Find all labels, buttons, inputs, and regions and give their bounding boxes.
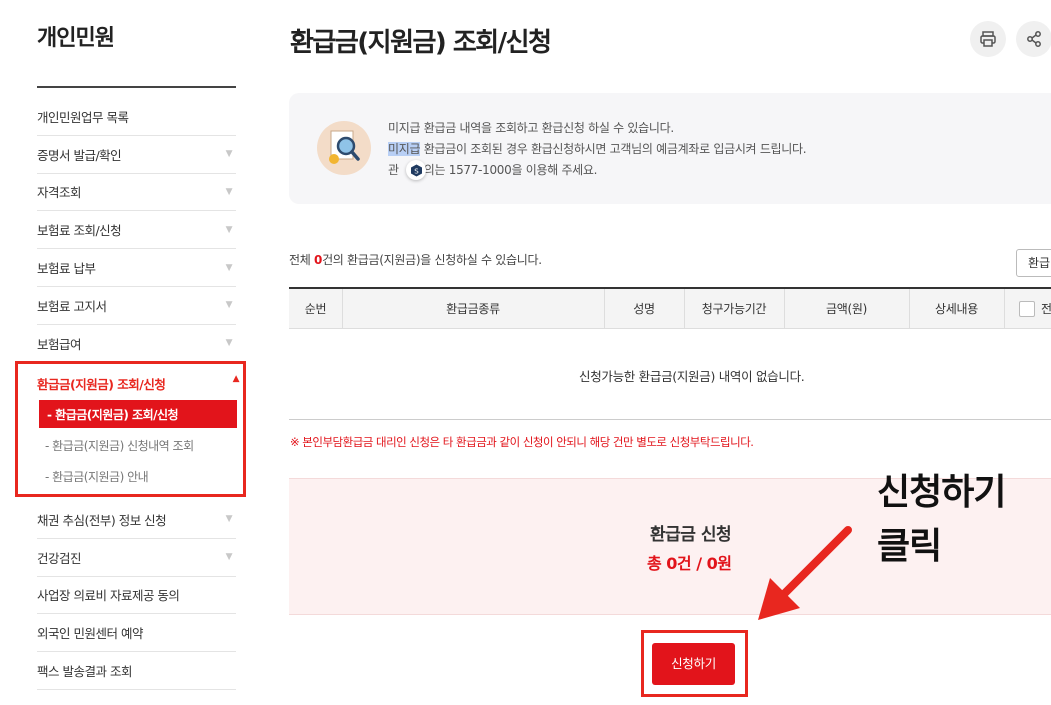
sidebar-item-label: 채권 추심(전부) 정보 신청 (37, 512, 167, 528)
chevron-down-icon: ▼ (225, 262, 233, 273)
annotation-line-1: 신청하기 (877, 472, 1006, 513)
empty-message: 신청가능한 환급금(지원금) 내역이 없습니다. (579, 369, 805, 384)
select-all-checkbox[interactable] (1019, 301, 1035, 317)
info-line-3-prefix: 관 (388, 163, 399, 177)
page-title: 환급금(지원금) 조회/신청 (290, 28, 552, 58)
sidebar-item-label: 사업장 의료비 자료제공 동의 (37, 588, 180, 604)
info-box: 미지급 환급금 내역을 조회하고 환급신청 하실 수 있습니다. 미지급 환급금… (289, 93, 1051, 204)
search-document-icon (317, 121, 371, 175)
sidebar-item-label: 팩스 발송결과 조회 (37, 664, 132, 680)
summary-total: 총 0건 / 0원 (647, 554, 732, 573)
annotation-line-2: 클릭 (877, 526, 942, 567)
table-bottom-divider (289, 419, 1051, 420)
sidebar-menu-bottom: 채권 추심(전부) 정보 신청 ▼ 건강검진 ▼ 사업장 의료비 자료제공 동의… (37, 501, 236, 690)
count-line: 전체 0건의 환급금(지원금)을 신청하실 수 있습니다. (289, 253, 542, 267)
count-value: 0 (314, 253, 323, 267)
summary-title: 환급금 신청 (650, 525, 732, 545)
sidebar-item-health-checkup[interactable]: 건강검진 ▼ (37, 539, 236, 577)
info-line-2: 미지급 환급금이 조회된 경우 환급신청하시면 고객님의 예금계좌로 입금시켜 … (388, 140, 807, 157)
chevron-up-icon: ▲ (232, 374, 240, 384)
chevron-down-icon: ▼ (225, 300, 233, 311)
column-header-index: 순번 (304, 302, 327, 316)
print-button[interactable] (970, 21, 1006, 57)
sidebar-subitem-refund-history[interactable]: - 환급금(지원금) 신청내역 조회 (45, 437, 194, 454)
chevron-down-icon: ▼ (225, 552, 233, 563)
info-line-3-text: 의는 1577-1000을 이용해 주세요. (423, 163, 598, 177)
arrow-icon (758, 526, 852, 620)
sidebar-item-label: 증명서 발급/확인 (37, 147, 122, 163)
sidebar-item-premium-inquiry[interactable]: 보험료 조회/신청 ▼ (37, 211, 236, 250)
refund-action-button[interactable]: 환급 (1016, 249, 1051, 277)
notice-text: ※ 본인부담환급금 대리인 신청은 타 환급금과 같이 신청이 안되니 해당 건… (290, 435, 754, 449)
sidebar-item-label: 보험료 납부 (37, 261, 96, 277)
column-header-type: 환급금종류 (446, 302, 500, 316)
sidebar-item-fax-result[interactable]: 팩스 발송결과 조회 ▼ (37, 652, 236, 690)
info-line-2-text: 환급금이 조회된 경우 환급신청하시면 고객님의 예금계좌로 입금시켜 드립니다… (420, 142, 807, 156)
highlighted-text: 미지급 (388, 142, 421, 156)
sidebar-item-premium-bill[interactable]: 보험료 고지서 ▼ (37, 287, 236, 325)
sidebar-item-civil-list[interactable]: 개인민원업무 목록 ▼ (37, 98, 236, 136)
sidebar-item-refund-active[interactable]: 환급금(지원금) 조회/신청 ▲ (37, 374, 240, 393)
sidebar-item-label: 보험료 조회/신청 (37, 223, 122, 239)
column-header-amount: 금액(원) (826, 302, 867, 316)
chevron-down-icon: ▼ (225, 514, 233, 525)
column-header-name: 성명 (633, 302, 655, 316)
sidebar-item-certificate[interactable]: 증명서 발급/확인 ▼ (37, 136, 236, 174)
sidebar-item-benefits[interactable]: 보험급여 ▼ (37, 325, 236, 363)
apply-button[interactable]: 신청하기 (652, 643, 735, 685)
column-header-detail: 상세내용 (935, 302, 978, 316)
sidebar-item-debt-collection[interactable]: 채권 추심(전부) 정보 신청 ▼ (37, 501, 236, 539)
sidebar-item-foreigner-reservation[interactable]: 외국인 민원센터 예약 ▼ (37, 614, 236, 653)
sidebar-divider (37, 86, 236, 88)
chevron-down-icon: ▼ (225, 149, 233, 160)
sidebar-item-premium-payment[interactable]: 보험료 납부 ▼ (37, 249, 236, 287)
sidebar-item-label: 건강검진 (37, 550, 82, 566)
share-icon (1027, 31, 1041, 47)
sidebar-item-label: 자격조회 (37, 185, 82, 201)
sidebar-item-label: 보험급여 (37, 336, 82, 352)
printer-icon (980, 31, 996, 47)
translate-icon[interactable]: S (406, 160, 426, 180)
share-button[interactable] (1016, 21, 1051, 57)
annotation-frame-sidebar: 환급금(지원금) 조회/신청 ▲ - 환급금(지원금) 조회/신청 - 환급금(… (15, 361, 246, 497)
chevron-down-icon: ▼ (225, 338, 233, 349)
sidebar-menu-top: 개인민원업무 목록 ▼ 증명서 발급/확인 ▼ 자격조회 ▼ 보험료 조회/신청… (37, 98, 236, 363)
table-header: 순번 환급금종류 성명 청구가능기간 금액(원) 상세내용 전 (289, 287, 1051, 329)
sidebar-title: 개인민원 (37, 26, 115, 51)
sidebar-item-label: 외국인 민원센터 예약 (37, 626, 143, 642)
sidebar-subitem-refund-guide[interactable]: - 환급금(지원금) 안내 (45, 468, 149, 485)
chevron-down-icon: ▼ (225, 224, 233, 235)
info-line-1: 미지급 환급금 내역을 조회하고 환급신청 하실 수 있습니다. (388, 121, 674, 135)
annotation-text: 신청하기 클릭 (877, 466, 1006, 574)
sidebar-item-label: 개인민원업무 목록 (37, 109, 129, 125)
chevron-down-icon: ▼ (225, 186, 233, 197)
sidebar-item-label: 환급금(지원금) 조회/신청 (37, 377, 166, 392)
column-header-period: 청구가능기간 (701, 302, 767, 316)
svg-text:S: S (414, 167, 419, 175)
column-header-select-all: 전 (1041, 302, 1051, 316)
sidebar-item-medical-consent[interactable]: 사업장 의료비 자료제공 동의 ▼ (37, 577, 236, 615)
sidebar-item-eligibility[interactable]: 자격조회 ▼ (37, 174, 236, 212)
sidebar-subitem-refund-inquiry[interactable]: - 환급금(지원금) 조회/신청 (39, 400, 237, 428)
sidebar-item-label: 보험료 고지서 (37, 298, 107, 314)
